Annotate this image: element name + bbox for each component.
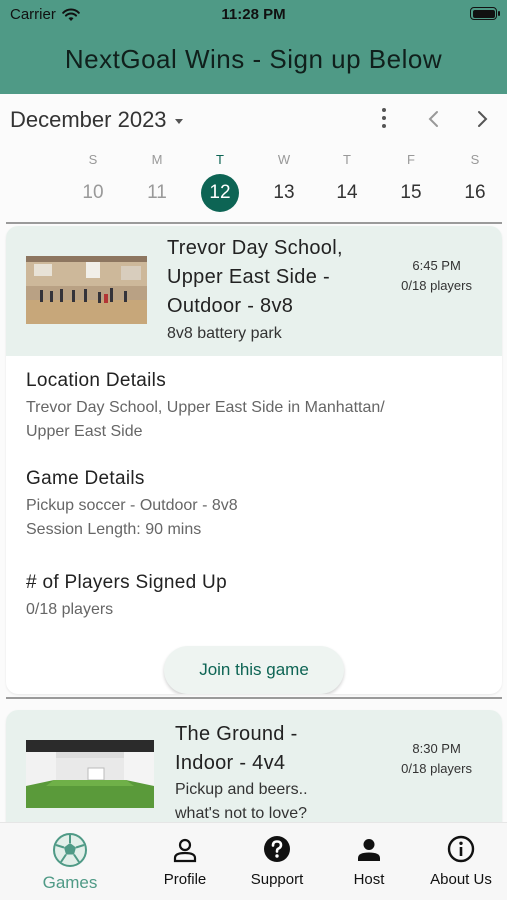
tab-about-us[interactable]: About Us xyxy=(416,823,506,900)
game-time: 6:45 PM xyxy=(412,258,461,273)
day-wednesday[interactable]: W 13 xyxy=(262,150,306,212)
venue-name: The Ground - Indoor - 4v4 xyxy=(175,720,385,778)
caret-down-icon xyxy=(174,118,183,124)
tab-bar: Games Profile Support Host About Us xyxy=(0,822,507,900)
divider xyxy=(6,697,502,699)
person-filled-icon xyxy=(358,839,380,861)
calendar-header: December 2023 xyxy=(0,94,507,144)
venue-line: Trevor Day School, xyxy=(167,237,343,259)
tab-games[interactable]: Games xyxy=(30,823,110,900)
tab-label: Profile xyxy=(163,871,207,888)
battery-icon xyxy=(470,7,500,20)
game-time-block: 8:30 PM 0/18 players xyxy=(401,739,472,779)
player-count: 0/18 players xyxy=(401,278,472,293)
soccer-ball-icon xyxy=(53,833,87,867)
game-card[interactable]: Trevor Day School, Upper East Side - Out… xyxy=(6,226,502,694)
page-title: NextGoal Wins - Sign up Below xyxy=(64,44,443,74)
tab-label: Host xyxy=(353,871,385,888)
game-time: 8:30 PM xyxy=(412,741,461,756)
day-of-week: T xyxy=(343,152,351,167)
chevron-left-icon[interactable] xyxy=(424,109,444,129)
tab-support[interactable]: Support xyxy=(237,823,317,900)
info-circle-icon xyxy=(447,835,475,863)
tab-label: About Us xyxy=(430,871,492,888)
app-header: Carrier 11:28 PM NextGoal Wins - Sign up… xyxy=(0,0,507,94)
week-strip: S 10 M 11 T 12 W 13 T 14 F 15 S 16 xyxy=(0,150,507,220)
tab-host[interactable]: Host xyxy=(329,823,409,900)
venue-line: Upper East Side - xyxy=(167,266,330,288)
tab-profile[interactable]: Profile xyxy=(145,823,225,900)
day-number: 16 xyxy=(464,182,486,203)
tab-label: Support xyxy=(250,871,304,888)
day-friday[interactable]: F 15 xyxy=(389,150,433,212)
join-game-button[interactable]: Join this game xyxy=(164,646,344,694)
question-circle-icon xyxy=(264,836,290,862)
venue-line: The Ground - xyxy=(175,723,298,745)
day-of-week: W xyxy=(277,152,291,167)
game-card-header[interactable]: Trevor Day School, Upper East Side - Out… xyxy=(6,226,502,356)
game-details-text: Pickup soccer - Outdoor - 8v8 Session Le… xyxy=(26,494,238,542)
day-tuesday-selected[interactable]: T 12 xyxy=(198,150,242,212)
chevron-right-icon[interactable] xyxy=(472,109,492,129)
description-line: Pickup and beers.. xyxy=(175,781,308,798)
player-count: 0/18 players xyxy=(401,761,472,776)
month-selector[interactable]: December 2023 xyxy=(10,107,183,133)
players-signed-text: 0/18 players xyxy=(26,601,114,618)
location-line: Upper East Side xyxy=(26,423,143,440)
day-number: 12 xyxy=(201,174,239,212)
venue-photo xyxy=(26,740,154,808)
location-details-text: Trevor Day School, Upper East Side in Ma… xyxy=(26,396,385,444)
day-number: 14 xyxy=(336,182,358,203)
status-bar: Carrier 11:28 PM xyxy=(0,0,507,30)
day-thursday[interactable]: T 14 xyxy=(325,150,369,212)
person-outline-icon xyxy=(173,838,197,863)
day-number: 10 xyxy=(82,182,104,203)
game-detail-line: Session Length: 90 mins xyxy=(26,521,202,538)
month-label: December 2023 xyxy=(10,107,167,132)
day-saturday[interactable]: S 16 xyxy=(453,150,497,212)
location-line: Trevor Day School, Upper East Side in Ma… xyxy=(26,399,385,416)
status-time: 11:28 PM xyxy=(221,6,286,23)
day-of-week: F xyxy=(407,152,415,167)
day-monday[interactable]: M 11 xyxy=(135,150,179,212)
location-details-title: Location Details xyxy=(26,370,166,391)
day-number: 15 xyxy=(400,182,422,203)
venue-photo xyxy=(26,256,147,324)
day-of-week: T xyxy=(216,152,224,167)
tab-label: Games xyxy=(42,873,98,892)
day-of-week: M xyxy=(151,152,163,167)
venue-line: Indoor - 4v4 xyxy=(175,752,286,774)
day-number: 13 xyxy=(273,182,295,203)
game-details-title: Game Details xyxy=(26,468,145,489)
game-description: 8v8 battery park xyxy=(167,325,282,342)
day-number: 11 xyxy=(147,182,167,203)
more-options-icon[interactable] xyxy=(377,108,391,130)
game-time-block: 6:45 PM 0/18 players xyxy=(401,256,472,296)
players-signed-title: # of Players Signed Up xyxy=(26,572,227,593)
game-description: Pickup and beers.. what's not to love? xyxy=(175,778,308,826)
day-sunday[interactable]: S 10 xyxy=(71,150,115,212)
divider xyxy=(6,222,502,224)
day-of-week: S xyxy=(88,152,98,167)
day-of-week: S xyxy=(470,152,480,167)
venue-line: Outdoor - 8v8 xyxy=(167,295,294,317)
venue-name: Trevor Day School, Upper East Side - Out… xyxy=(167,234,377,321)
game-detail-line: Pickup soccer - Outdoor - 8v8 xyxy=(26,497,238,514)
